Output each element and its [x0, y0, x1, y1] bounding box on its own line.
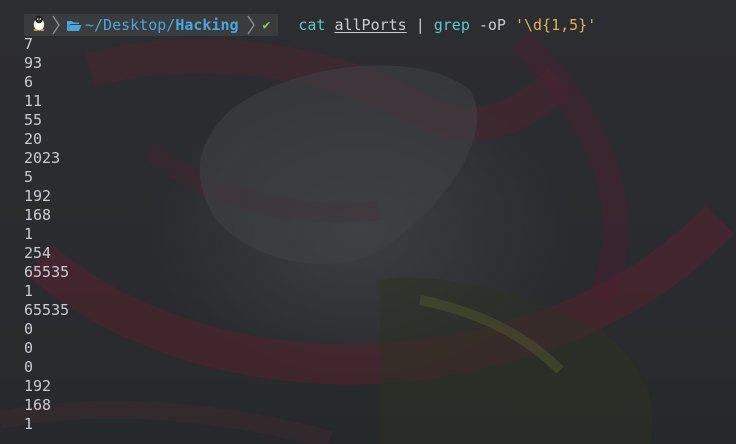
- terminal-window[interactable]: ~/Desktop/Hacking ✔ cat allPorts | grep …: [0, 0, 736, 444]
- prompt-status-segment: ✔: [256, 14, 279, 36]
- prompt-separator: [244, 14, 257, 36]
- output-line: 93: [24, 54, 43, 72]
- command-name: cat: [298, 16, 326, 34]
- output-line: 168: [24, 396, 52, 414]
- command-line[interactable]: cat allPorts | grep -oP '\d{1,5}': [298, 16, 596, 34]
- output-line: 0: [24, 320, 34, 338]
- output-line: 6: [24, 73, 34, 91]
- prompt-os-segment: [24, 14, 50, 36]
- output-line: 20: [24, 130, 43, 148]
- shell-prompt: ~/Desktop/Hacking ✔ cat allPorts | grep …: [24, 14, 596, 36]
- output-line: 55: [24, 111, 43, 129]
- prompt-separator: [50, 14, 62, 36]
- output-line: 1: [24, 415, 34, 433]
- command-file-arg: allPorts: [334, 16, 407, 34]
- output-line: 65535: [24, 263, 70, 281]
- command-flags: -oP: [478, 16, 506, 34]
- output-line: 2023: [24, 149, 61, 167]
- prompt-dir-segment: ~/Desktop/Hacking: [62, 14, 245, 36]
- output-line: 254: [24, 244, 52, 262]
- output-line: 11: [24, 92, 43, 110]
- output-line: 7: [24, 35, 34, 53]
- output-line: 192: [24, 187, 52, 205]
- output-line: 1: [24, 225, 34, 243]
- output-line: 1: [24, 282, 34, 300]
- command-filter: grep: [433, 16, 470, 34]
- command-pipe: |: [415, 16, 425, 34]
- output-line: 168: [24, 206, 52, 224]
- output-line: 65535: [24, 301, 70, 319]
- current-directory: Hacking: [175, 16, 239, 34]
- command-output: 7 93 6 11 55 20 2023 5 192 168 1 254 655…: [24, 35, 69, 434]
- check-mark-icon: ✔: [262, 17, 271, 33]
- linux-tux-icon: [32, 15, 46, 35]
- output-line: 0: [24, 358, 34, 376]
- output-line: 0: [24, 339, 34, 357]
- output-line: 5: [24, 168, 34, 186]
- command-pattern: '\d{1,5}': [514, 16, 597, 34]
- path-prefix: ~/Desktop/: [85, 16, 176, 34]
- output-line: 192: [24, 377, 52, 395]
- folder-open-icon: [66, 19, 82, 32]
